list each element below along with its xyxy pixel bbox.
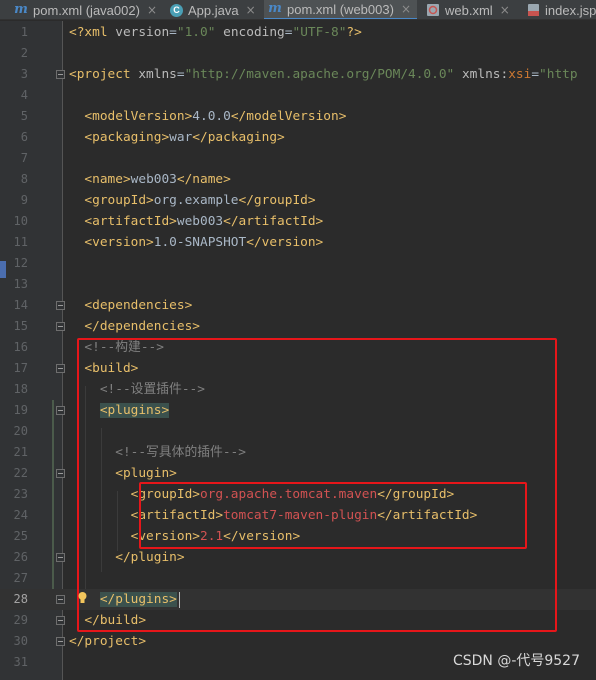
fold-toggle-icon[interactable] bbox=[56, 553, 65, 562]
line-number: 9 bbox=[20, 193, 28, 207]
code-text: <modelVersion>4.0.0</modelVersion> bbox=[84, 109, 347, 124]
fold-toggle-icon[interactable] bbox=[56, 364, 65, 373]
line-number: 10 bbox=[13, 214, 28, 228]
line-number: 31 bbox=[13, 655, 28, 669]
code-line[interactable]: 9 <groupId>org.example</groupId> bbox=[0, 190, 596, 211]
line-number: 30 bbox=[13, 634, 28, 648]
fold-toggle-icon[interactable] bbox=[56, 322, 65, 331]
line-number: 11 bbox=[13, 235, 28, 249]
code-text: <project xmlns="http://maven.apache.org/… bbox=[69, 67, 578, 82]
code-line[interactable]: 6 <packaging>war</packaging> bbox=[0, 127, 596, 148]
code-line[interactable]: 13 bbox=[0, 274, 596, 295]
line-number: 15 bbox=[13, 319, 28, 333]
code-text: </dependencies> bbox=[84, 319, 200, 334]
tab-pom-web003[interactable]: m pom.xml (web003) × bbox=[264, 0, 417, 19]
close-icon[interactable]: × bbox=[147, 3, 157, 17]
fold-toggle-icon[interactable] bbox=[56, 469, 65, 478]
watermark: CSDN @-代号9527 bbox=[452, 653, 580, 669]
jsp-icon bbox=[526, 3, 540, 17]
line-number: 23 bbox=[13, 487, 28, 501]
fold-toggle-icon[interactable] bbox=[56, 595, 65, 604]
line-number: 5 bbox=[20, 109, 28, 123]
tab-label: index.jsp bbox=[545, 2, 596, 18]
line-number: 2 bbox=[20, 46, 28, 60]
lightbulb-icon[interactable] bbox=[78, 589, 87, 603]
code-line[interactable]: 4 bbox=[0, 85, 596, 106]
maven-icon: m bbox=[268, 1, 282, 16]
line-number: 1 bbox=[20, 25, 28, 39]
code-text: <groupId>org.example</groupId> bbox=[84, 193, 316, 208]
code-line[interactable]: 5 <modelVersion>4.0.0</modelVersion> bbox=[0, 106, 596, 127]
close-icon[interactable]: × bbox=[246, 3, 256, 17]
code-text: <version>1.0-SNAPSHOT</version> bbox=[84, 235, 324, 250]
line-number: 4 bbox=[20, 88, 28, 102]
line-number: 18 bbox=[13, 382, 28, 396]
tab-web-xml[interactable]: web.xml × bbox=[426, 0, 510, 19]
line-number: 13 bbox=[13, 277, 28, 291]
line-number: 3 bbox=[20, 67, 28, 81]
java-class-icon: C bbox=[170, 3, 183, 17]
line-number: 29 bbox=[13, 613, 28, 627]
code-text: <artifactId>web003</artifactId> bbox=[84, 214, 324, 229]
close-icon[interactable]: × bbox=[401, 2, 411, 16]
tab-label: App.java bbox=[188, 2, 239, 18]
close-icon[interactable]: × bbox=[500, 3, 510, 17]
fold-toggle-icon[interactable] bbox=[56, 637, 65, 646]
line-number: 14 bbox=[13, 298, 28, 312]
code-text: <dependencies> bbox=[84, 298, 193, 313]
code-text: <?xml version="1.0" encoding="UTF-8"?> bbox=[69, 25, 362, 40]
text-caret bbox=[179, 592, 180, 608]
maven-icon: m bbox=[14, 2, 28, 17]
fold-toggle-icon[interactable] bbox=[56, 301, 65, 310]
code-line[interactable]: 7 bbox=[0, 148, 596, 169]
fold-toggle-icon[interactable] bbox=[56, 70, 65, 79]
line-number: 17 bbox=[13, 361, 28, 375]
line-number: 22 bbox=[13, 466, 28, 480]
line-number: 28 bbox=[13, 592, 28, 606]
tab-label: pom.xml (java002) bbox=[33, 2, 140, 18]
code-line[interactable]: 15 </dependencies> bbox=[0, 316, 596, 337]
plugin-coordinates-highlight-box bbox=[139, 482, 527, 549]
code-line[interactable]: 2 bbox=[0, 43, 596, 64]
line-number: 21 bbox=[13, 445, 28, 459]
code-text: <name>web003</name> bbox=[84, 172, 231, 187]
line-number: 24 bbox=[13, 508, 28, 522]
line-number: 12 bbox=[13, 256, 28, 270]
code-line[interactable]: 14 <dependencies> bbox=[0, 295, 596, 316]
code-text: </project> bbox=[69, 634, 147, 649]
code-line[interactable]: 30 </project> bbox=[0, 631, 596, 652]
line-number: 25 bbox=[13, 529, 28, 543]
line-number: 20 bbox=[13, 424, 28, 438]
code-line[interactable]: 3 <project xmlns="http://maven.apache.org… bbox=[0, 64, 596, 85]
line-number: 16 bbox=[13, 340, 28, 354]
code-line[interactable]: 1 <?xml version="1.0" encoding="UTF-8"?> bbox=[0, 22, 596, 43]
code-text: <packaging>war</packaging> bbox=[84, 130, 285, 145]
line-number: 27 bbox=[13, 571, 28, 585]
tab-label: web.xml bbox=[445, 2, 493, 18]
line-number: 8 bbox=[20, 172, 28, 186]
code-line[interactable]: 10 <artifactId>web003</artifactId> bbox=[0, 211, 596, 232]
fold-toggle-icon[interactable] bbox=[56, 616, 65, 625]
code-line[interactable]: 12 bbox=[0, 253, 596, 274]
tab-pom-java002[interactable]: m pom.xml (java002) × bbox=[14, 0, 157, 19]
code-line[interactable]: 11 <version>1.0-SNAPSHOT</version> bbox=[0, 232, 596, 253]
tab-index-jsp[interactable]: index.jsp bbox=[526, 0, 596, 19]
line-number: 7 bbox=[20, 151, 28, 165]
tab-label: pom.xml (web003) bbox=[287, 1, 394, 17]
tab-app-java[interactable]: C App.java × bbox=[170, 0, 256, 19]
line-number: 26 bbox=[13, 550, 28, 564]
code-line[interactable]: 8 <name>web003</name> bbox=[0, 169, 596, 190]
line-number: 6 bbox=[20, 130, 28, 144]
editor-tab-bar: m pom.xml (java002) × C App.java × m pom… bbox=[0, 0, 596, 20]
fold-toggle-icon[interactable] bbox=[56, 406, 65, 415]
web-xml-icon bbox=[426, 3, 440, 17]
line-number: 19 bbox=[13, 403, 28, 417]
